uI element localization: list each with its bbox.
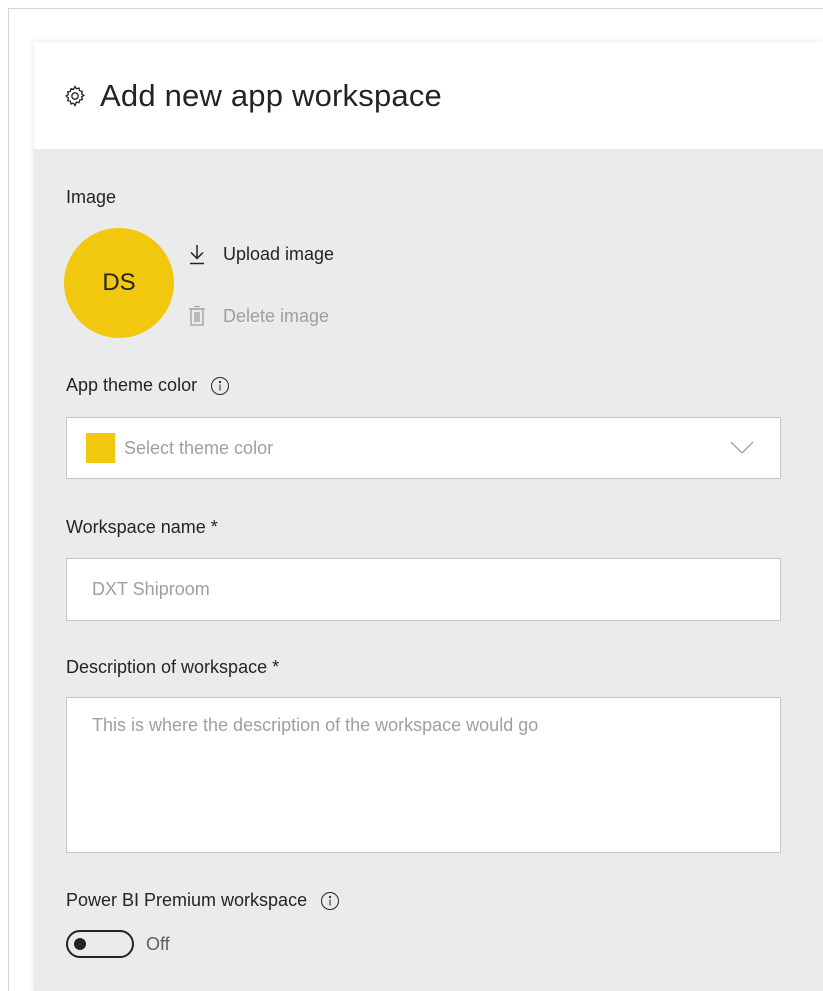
theme-color-swatch — [86, 433, 115, 463]
theme-color-placeholder: Select theme color — [124, 438, 274, 458]
premium-label-row: Power BI Premium workspace — [66, 888, 340, 912]
premium-toggle-row: Off — [66, 930, 170, 958]
info-icon[interactable] — [320, 891, 340, 911]
gear-icon — [65, 85, 86, 107]
premium-label: Power BI Premium workspace — [66, 890, 308, 910]
info-icon[interactable] — [210, 376, 230, 396]
panel-header: Add new app workspace — [34, 42, 823, 149]
delete-image-label: Delete image — [223, 306, 330, 326]
theme-color-label-row: App theme color — [66, 373, 230, 397]
description-textarea[interactable] — [66, 697, 781, 853]
description-label: Description of workspace * — [66, 657, 280, 677]
premium-toggle-state: Off — [146, 933, 170, 954]
workspace-name-input[interactable] — [66, 558, 781, 621]
upload-image-label: Upload image — [223, 244, 335, 264]
upload-image-button[interactable]: Upload image — [187, 242, 334, 266]
download-arrow-icon — [190, 245, 204, 265]
avatar: DS — [64, 228, 174, 338]
toggle-knob — [74, 938, 86, 950]
avatar-initials: DS — [102, 269, 136, 296]
add-workspace-panel: Add new app workspace Image DS Upload im… — [34, 42, 823, 991]
trash-icon — [189, 305, 205, 326]
panel-title: Add new app workspace — [100, 78, 442, 113]
theme-color-label: App theme color — [66, 375, 198, 395]
chevron-down-icon — [730, 441, 754, 454]
workspace-name-label: Workspace name * — [66, 517, 218, 537]
premium-toggle[interactable] — [66, 930, 134, 958]
image-label: Image — [66, 187, 117, 207]
theme-color-select[interactable]: Select theme color — [66, 417, 781, 479]
delete-image-button[interactable]: Delete image — [187, 304, 329, 328]
